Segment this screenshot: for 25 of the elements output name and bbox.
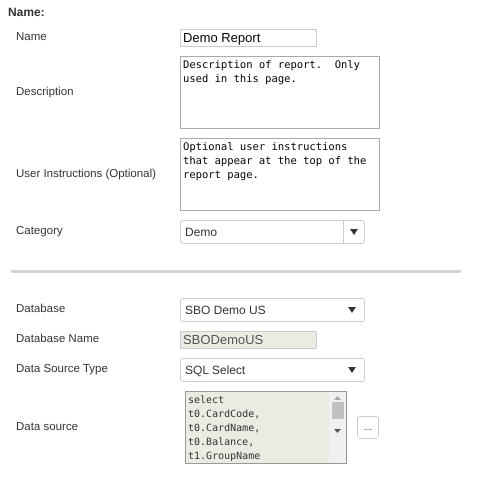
field-label: Data Source Type [16, 362, 109, 378]
field-label: Description [16, 84, 75, 100]
field-label: Name [16, 30, 48, 46]
field-label: Category [16, 224, 64, 240]
dropdown-arrow-icon [350, 229, 358, 235]
scroll-up-icon[interactable] [334, 396, 341, 400]
browse-button[interactable]: ... [357, 416, 379, 439]
dropdown-arrow-icon [348, 307, 356, 313]
section-heading: Name: [8, 4, 46, 21]
text-area[interactable]: Optional user instructions that appear at the top of the report page. [180, 138, 380, 211]
dropdown[interactable]: SQL Select [180, 358, 365, 382]
field-label: Data source [16, 420, 80, 435]
name-field[interactable]: Demo Report [180, 29, 317, 47]
database-name-field[interactable]: SBODemoUS [180, 331, 317, 349]
text-area[interactable]: Description of report. Only used in this page. [180, 56, 380, 129]
scrollbar[interactable] [329, 392, 346, 463]
code-text-area[interactable]: select t0.CardCode, t0.CardName, t0.Balance, t1.GroupName [185, 391, 347, 464]
scroll-down-icon[interactable] [334, 429, 341, 433]
field-label: Database [16, 302, 66, 318]
scroll-thumb[interactable] [332, 402, 344, 419]
category-dropdown[interactable]: Demo [180, 220, 365, 244]
dropdown-arrow-icon [348, 367, 356, 373]
field-label: User Instructions (Optional) [16, 166, 157, 182]
dropdown[interactable]: SBO Demo US [180, 298, 365, 322]
field-label: Database Name [16, 332, 100, 348]
